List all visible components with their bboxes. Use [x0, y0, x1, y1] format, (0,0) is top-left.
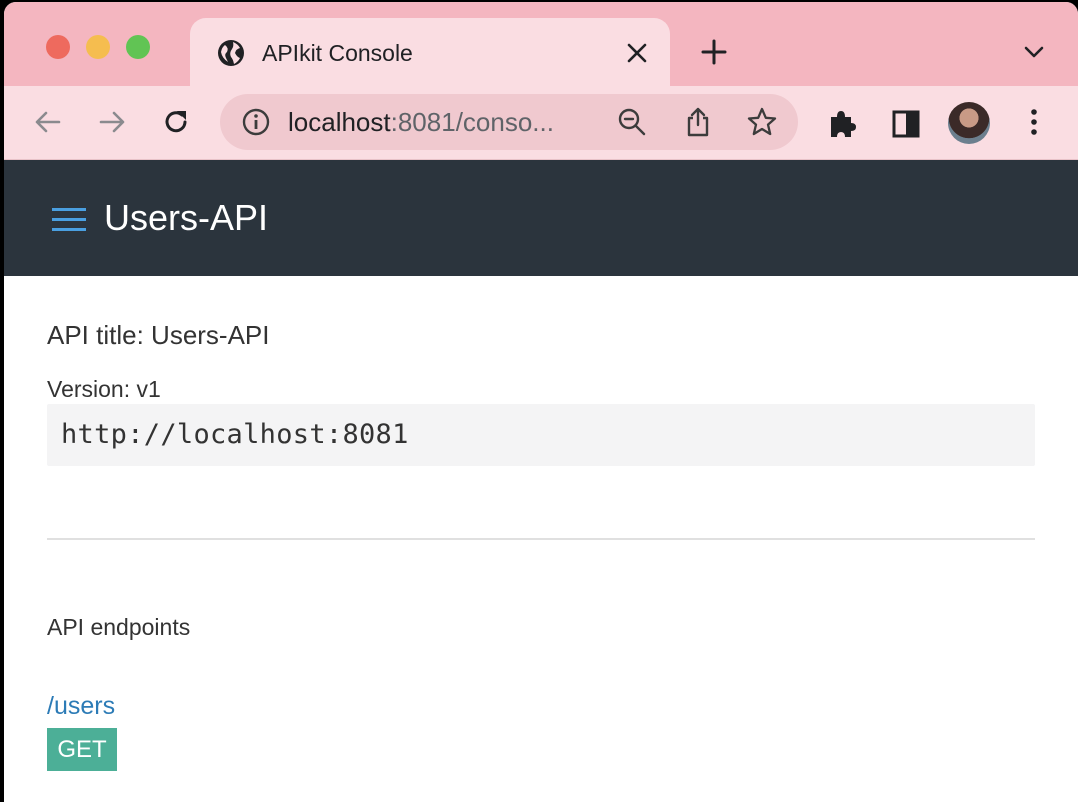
url-rest: :8081/conso...	[390, 107, 554, 137]
address-bar[interactable]: localhost:8081/conso...	[220, 94, 798, 150]
zoom-out-icon[interactable]	[616, 106, 648, 138]
url-text[interactable]: localhost:8081/conso...	[288, 106, 554, 138]
browser-window: APIkit Console localhost:8081/conso... U…	[4, 2, 1078, 802]
divider	[47, 538, 1035, 540]
url-host: localhost	[288, 107, 391, 137]
resource-link-users[interactable]: /users	[47, 690, 115, 722]
tab-strip: APIkit Console	[4, 2, 1078, 86]
kebab-menu-icon[interactable]	[1018, 106, 1050, 138]
share-icon[interactable]	[682, 106, 714, 138]
puzzle-icon[interactable]	[826, 108, 858, 140]
chevron-down-icon[interactable]	[1022, 42, 1046, 62]
minimize-window-button[interactable]	[86, 35, 110, 59]
tab-title: APIkit Console	[262, 40, 413, 66]
hamburger-menu-icon[interactable]	[52, 206, 86, 232]
avatar[interactable]	[948, 102, 990, 144]
get-method-badge[interactable]: GET	[47, 728, 117, 771]
back-arrow-icon[interactable]	[32, 106, 64, 138]
endpoints-heading: API endpoints	[47, 614, 191, 640]
close-icon[interactable]	[626, 42, 648, 64]
close-window-button[interactable]	[46, 35, 70, 59]
reload-icon[interactable]	[160, 106, 192, 138]
sidepanel-icon[interactable]	[890, 108, 922, 140]
base-uri: http://localhost:8081	[61, 419, 409, 450]
app-header: Users-API	[4, 160, 1078, 276]
info-icon[interactable]	[240, 106, 272, 138]
api-version: Version: v1	[47, 376, 161, 402]
browser-toolbar: localhost:8081/conso...	[4, 86, 1078, 160]
page-title: Users-API	[104, 197, 269, 238]
maximize-window-button[interactable]	[126, 35, 150, 59]
star-icon[interactable]	[746, 106, 778, 138]
forward-arrow-icon[interactable]	[96, 106, 128, 138]
api-title: API title: Users-API	[47, 320, 270, 350]
base-uri-box: http://localhost:8081	[47, 404, 1035, 466]
globe-icon	[218, 40, 244, 66]
plus-icon[interactable]	[700, 38, 728, 66]
browser-tab[interactable]: APIkit Console	[190, 18, 670, 86]
